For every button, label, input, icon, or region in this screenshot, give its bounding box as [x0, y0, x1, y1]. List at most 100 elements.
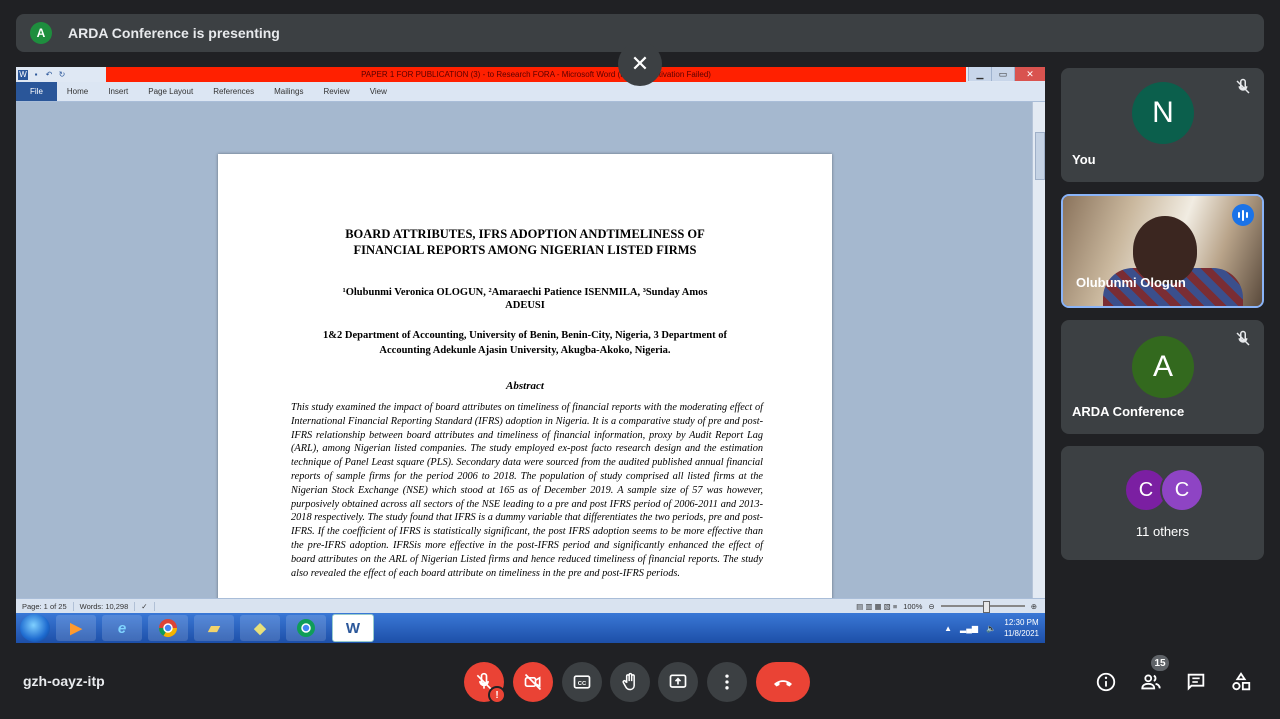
close-presentation-button[interactable]: ✕	[618, 42, 662, 86]
activities-button[interactable]	[1229, 670, 1253, 694]
chat-icon	[1187, 673, 1205, 691]
word-logo-icon: W	[18, 69, 28, 80]
hand-icon	[622, 672, 635, 691]
captions-button[interactable]: CC	[562, 662, 602, 702]
chrome-profile-icon[interactable]	[286, 615, 326, 641]
chrome-icon[interactable]	[148, 615, 188, 641]
window-controls: ▁ ▭ ✕	[968, 67, 1045, 81]
abstract-text: This study examined the impact of board …	[291, 402, 763, 579]
presenter-avatar: A	[30, 22, 52, 44]
sticky-notes-icon[interactable]: ◆	[240, 615, 280, 641]
document-title: BOARD ATTRIBUTES, IFRS ADOPTION ANDTIMEL…	[218, 226, 832, 258]
zoom-level[interactable]: 100%	[903, 602, 922, 611]
camera-button[interactable]	[513, 662, 553, 702]
close-window-button[interactable]: ✕	[1014, 67, 1045, 81]
start-button[interactable]	[20, 614, 50, 642]
page-count[interactable]: Page: 1 of 25	[16, 601, 74, 611]
abstract-heading: Abstract	[506, 380, 544, 392]
view-layout-icon[interactable]: ▤ ▥ ▦ ▧ ≡	[856, 602, 897, 611]
document-authors: ¹Olubunmi Veronica OLOGUN, ²Amaraechi Pa…	[278, 286, 772, 312]
others-count: 11 others	[1135, 524, 1190, 539]
proofing-icon[interactable]: ✓	[135, 601, 155, 611]
vertical-scrollbar[interactable]	[1032, 102, 1045, 599]
media-player-icon[interactable]: ▶	[56, 615, 96, 641]
zoom-controls: ▤ ▥ ▦ ▧ ≡ 100% ⊖ ⊕	[856, 599, 1037, 613]
more-vert-icon	[725, 674, 729, 690]
leave-call-button[interactable]	[756, 662, 810, 702]
participant-tile-others[interactable]: C C 11 others	[1061, 446, 1264, 560]
word-count[interactable]: Words: 10,298	[74, 601, 136, 611]
chat-button[interactable]	[1184, 670, 1208, 694]
participant-count-badge: 15	[1151, 655, 1169, 671]
document-area: BOARD ATTRIBUTES, IFRS ADOPTION ANDTIMEL…	[16, 102, 1033, 643]
camera-off-icon	[524, 673, 542, 691]
scrollbar-thumb[interactable]	[1035, 132, 1045, 180]
participant-tile-speaker[interactable]: Olubunmi Ologun	[1061, 194, 1264, 308]
tab-references[interactable]: References	[203, 87, 264, 96]
word-statusbar: Page: 1 of 25 Words: 10,298 ✓ ▤ ▥ ▦ ▧ ≡ …	[16, 598, 1045, 613]
minimize-button[interactable]: ▁	[968, 67, 991, 81]
close-icon: ✕	[630, 51, 650, 76]
clock[interactable]: 12:30 PM 11/8/2021	[1004, 617, 1039, 639]
present-screen-button[interactable]	[658, 662, 698, 702]
quick-access-toolbar: W ▪ ↶ ↻	[16, 67, 67, 82]
tab-insert[interactable]: Insert	[98, 87, 138, 96]
meeting-code[interactable]: gzh-oayz-itp	[23, 673, 105, 689]
volume-icon[interactable]: 🔈	[986, 624, 996, 633]
windows-taskbar: ▶ e ▰ ◆ W ▲ ▂▄▆ 🔈 12:30 PM 11/8/2021	[16, 613, 1045, 643]
speaker-video-face	[1133, 216, 1197, 284]
participant-name-you: You	[1072, 152, 1096, 167]
avatar-you: N	[1132, 82, 1194, 144]
activities-icon	[1232, 672, 1251, 691]
participant-name-speaker: Olubunmi Ologun	[1076, 275, 1186, 290]
tab-page-layout[interactable]: Page Layout	[138, 87, 203, 96]
mic-warning-icon: !	[488, 686, 506, 704]
document-page[interactable]: BOARD ATTRIBUTES, IFRS ADOPTION ANDTIMEL…	[218, 154, 832, 643]
network-icon[interactable]: ▂▄▆	[960, 624, 978, 633]
window-title: PAPER 1 FOR PUBLICATION (3) - to Researc…	[106, 67, 966, 82]
svg-text:CC: CC	[578, 681, 587, 687]
word-taskbar-icon[interactable]: W	[332, 614, 374, 642]
tab-file[interactable]: File	[16, 82, 57, 101]
captions-icon: CC	[573, 675, 591, 689]
info-icon	[1096, 672, 1116, 692]
document-affiliation: 1&2 Department of Accounting, University…	[278, 328, 772, 358]
title-line-2: FINANCIAL REPORTS AMONG NIGERIAN LISTED …	[353, 243, 697, 257]
undo-icon[interactable]: ↶	[44, 70, 54, 80]
avatar-arda: A	[1132, 336, 1194, 398]
zoom-in-icon[interactable]: ⊕	[1031, 602, 1037, 611]
tray-arrow-icon[interactable]: ▲	[944, 624, 952, 633]
mic-off-icon	[1236, 330, 1250, 346]
present-icon	[669, 674, 687, 688]
speaking-indicator-icon	[1232, 204, 1254, 226]
tab-home[interactable]: Home	[57, 87, 98, 96]
hang-up-icon	[774, 680, 792, 687]
title-line-1: BOARD ATTRIBUTES, IFRS ADOPTION ANDTIMEL…	[345, 227, 705, 241]
file-explorer-icon[interactable]: ▰	[194, 615, 234, 641]
participant-name-arda: ARDA Conference	[1072, 404, 1185, 419]
tab-mailings[interactable]: Mailings	[264, 87, 313, 96]
mic-off-icon	[1236, 78, 1250, 94]
authors-line-2: ADEUSI	[505, 300, 545, 311]
participant-tile-you[interactable]: N You	[1061, 68, 1264, 182]
microphone-button[interactable]: !	[464, 662, 506, 704]
redo-icon[interactable]: ↻	[57, 70, 67, 80]
participant-tile-arda[interactable]: A ARDA Conference	[1061, 320, 1264, 434]
maximize-button[interactable]: ▭	[991, 67, 1014, 81]
people-icon	[1141, 674, 1161, 690]
affil-line-1: 1&2 Department of Accounting, University…	[323, 330, 727, 341]
more-options-button[interactable]	[707, 662, 747, 702]
participants-button[interactable]	[1139, 670, 1163, 694]
clock-date: 11/8/2021	[1004, 629, 1039, 638]
avatar-other-2: C	[1160, 468, 1204, 512]
tab-view[interactable]: View	[360, 87, 397, 96]
save-icon[interactable]: ▪	[31, 70, 41, 80]
internet-explorer-icon[interactable]: e	[102, 615, 142, 641]
raise-hand-button[interactable]	[610, 662, 650, 702]
zoom-slider[interactable]	[940, 601, 1025, 613]
clock-time: 12:30 PM	[1004, 618, 1039, 627]
tab-review[interactable]: Review	[313, 87, 359, 96]
meeting-details-button[interactable]	[1094, 670, 1118, 694]
ribbon-tabs: File Home Insert Page Layout References …	[16, 82, 1045, 102]
zoom-out-icon[interactable]: ⊖	[928, 602, 934, 611]
